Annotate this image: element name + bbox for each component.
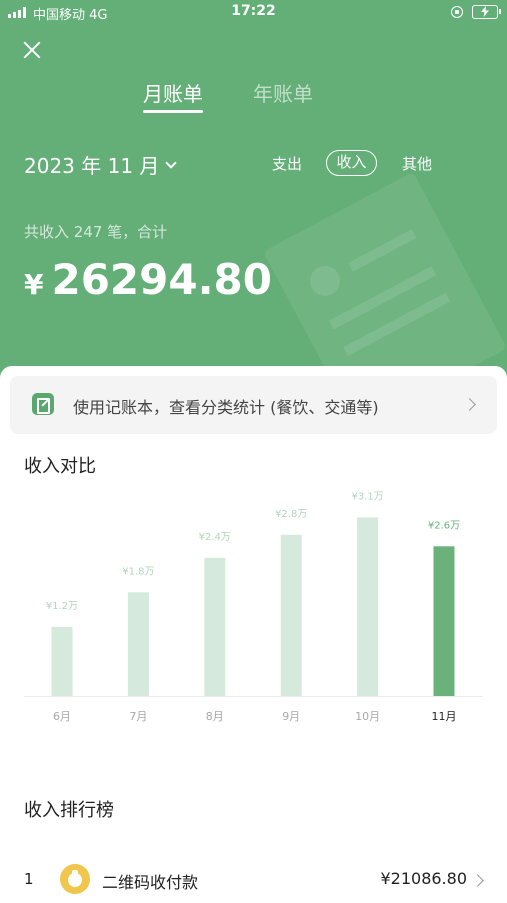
chart-value-label-5: ¥2.6万 bbox=[428, 520, 460, 531]
total-income-amount: ¥ 26294.80 bbox=[24, 255, 272, 304]
chart-category-label-1: 7月 bbox=[129, 710, 147, 722]
chart-category-label-3: 9月 bbox=[282, 710, 300, 722]
bill-detail-card: 使用记账本，查看分类统计 (餐饮、交通等) 收入对比 ¥1.2万 6月 ¥1.8万 7… bbox=[0, 366, 507, 903]
total-amount-value: 26294.80 bbox=[51, 255, 273, 304]
chart-bar-5 bbox=[433, 546, 455, 696]
rank-number: 1 bbox=[24, 870, 34, 888]
rank-amount: ¥21086.80 bbox=[380, 869, 467, 888]
chevron-right-icon bbox=[471, 874, 484, 887]
chart-category-label-4: 10月 bbox=[355, 710, 380, 722]
chart-value-label-1: ¥1.8万 bbox=[122, 566, 154, 577]
tab-yearly-bill[interactable]: 年账单 bbox=[253, 78, 313, 107]
chart-value-label-2: ¥2.4万 bbox=[199, 532, 231, 543]
chart-bar-3 bbox=[280, 534, 302, 696]
close-icon[interactable] bbox=[22, 40, 42, 60]
chart-bar-1 bbox=[127, 592, 149, 696]
income-ranking-title: 收入排行榜 bbox=[24, 800, 114, 821]
banner-text: 使用记账本，查看分类统计 (餐饮、交通等) bbox=[73, 398, 379, 417]
income-summary-text: 共收入 247 笔，合计 bbox=[24, 223, 168, 241]
chart-value-label-0: ¥1.2万 bbox=[46, 601, 78, 612]
filter-expense[interactable]: 支出 bbox=[272, 153, 302, 174]
tab-monthly-bill[interactable]: 月账单 bbox=[143, 78, 203, 107]
rank-category-name: 二维码收付款 bbox=[102, 873, 199, 892]
chart-category-label-0: 6月 bbox=[53, 710, 71, 722]
income-comparison-title: 收入对比 bbox=[24, 456, 96, 477]
clock: 17:22 bbox=[231, 3, 276, 19]
chevron-right-icon bbox=[463, 398, 476, 411]
ranking-row[interactable]: 1 二维码收付款 ¥21086.80 bbox=[0, 863, 507, 897]
money-bag-icon bbox=[60, 864, 90, 894]
chevron-down-icon bbox=[165, 156, 178, 169]
chart-category-label-2: 8月 bbox=[206, 710, 224, 722]
income-comparison-chart: ¥1.2万 6月 ¥1.8万 7月 ¥2.4万 8月 ¥2.8万 9月 ¥3.1万 10月 ¥2.6… bbox=[24, 492, 483, 722]
rotation-lock-icon bbox=[451, 6, 463, 18]
filter-other[interactable]: 其他 bbox=[402, 153, 432, 174]
ledger-promo-banner[interactable]: 使用记账本，查看分类统计 (餐饮、交通等) bbox=[10, 376, 497, 434]
bill-header: 中国移动 4G 17:22 月账单 年账单 2023 年 11 月 支出 收入 … bbox=[0, 0, 507, 420]
chart-value-label-3: ¥2.8万 bbox=[275, 509, 307, 520]
chart-bar-4 bbox=[357, 517, 379, 696]
month-picker-label: 2023 年 11 月 bbox=[24, 154, 160, 178]
month-picker[interactable]: 2023 年 11 月 bbox=[24, 150, 178, 179]
chart-value-label-4: ¥3.1万 bbox=[351, 492, 383, 503]
currency-symbol: ¥ bbox=[24, 268, 44, 301]
ledger-book-icon bbox=[32, 393, 54, 415]
chart-bar-2 bbox=[204, 557, 226, 696]
active-tab-indicator bbox=[143, 110, 203, 113]
status-bar: 中国移动 4G 17:22 bbox=[0, 0, 507, 24]
filter-income[interactable]: 收入 bbox=[326, 150, 377, 176]
battery-charging-icon bbox=[472, 5, 501, 19]
chart-bar-0 bbox=[51, 626, 73, 696]
chart-category-label-5: 11月 bbox=[432, 710, 457, 722]
